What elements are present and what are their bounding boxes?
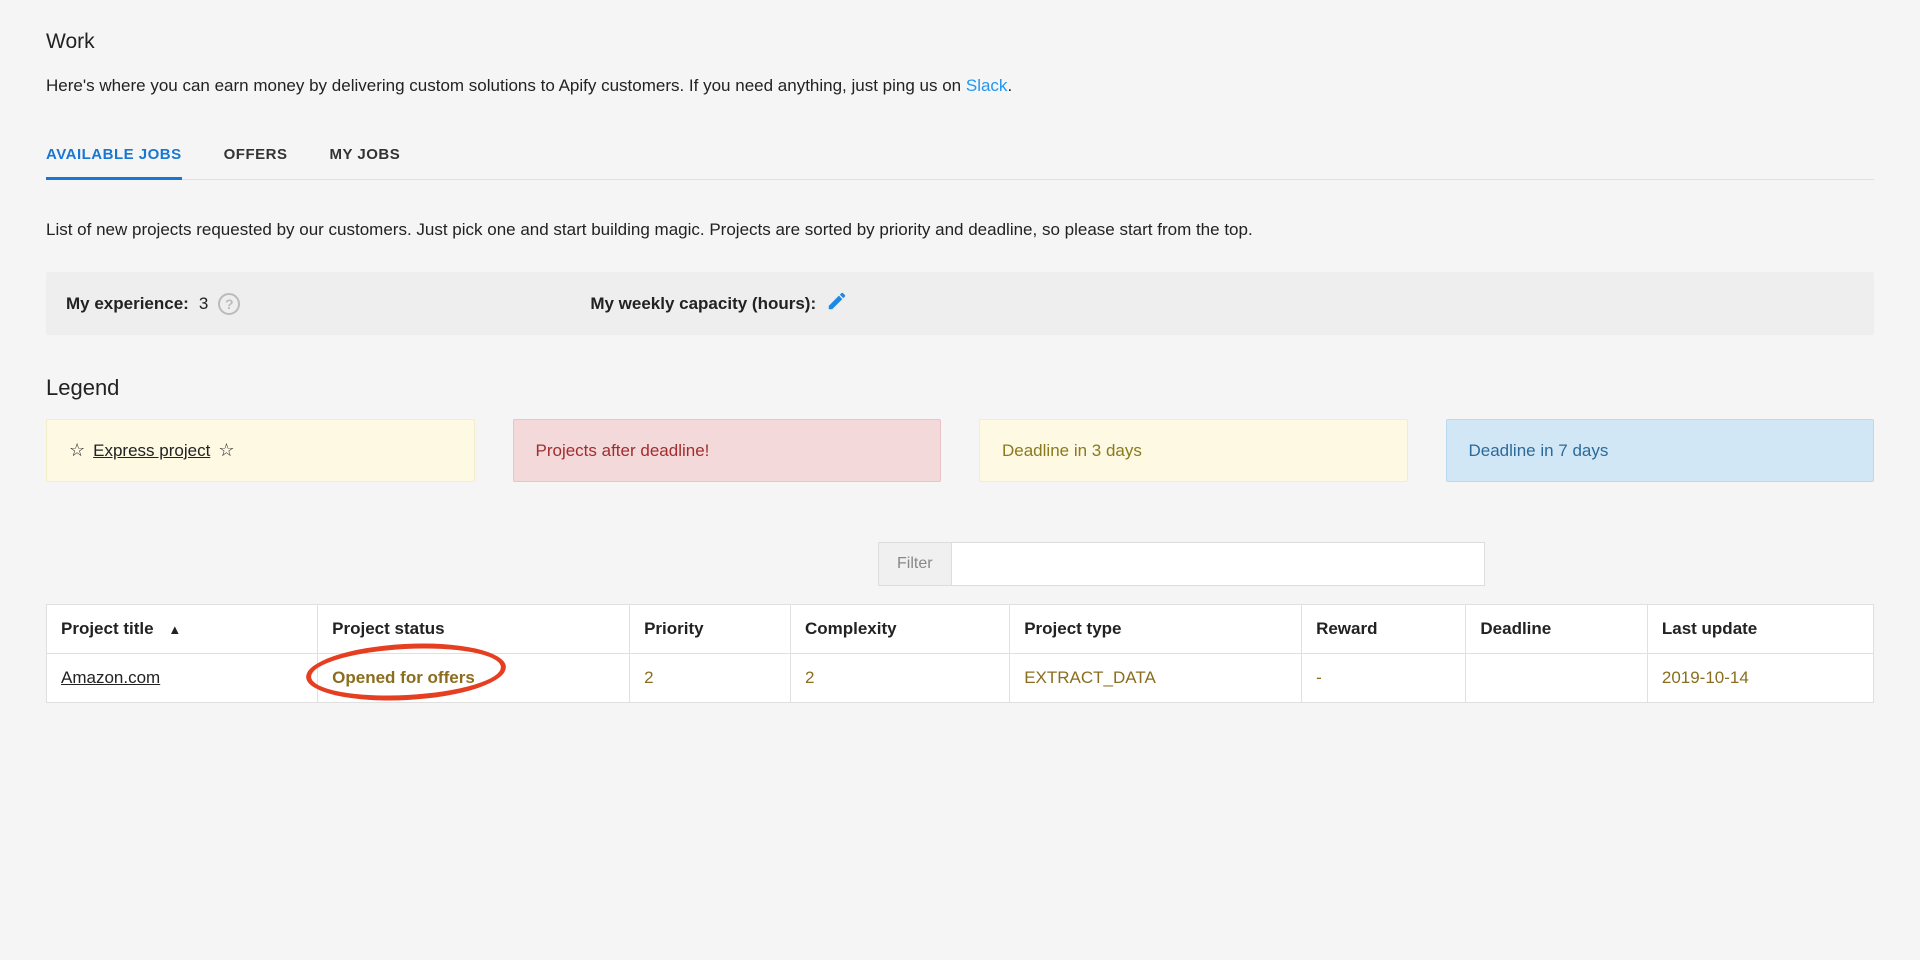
projects-table: Project title ▲ Project status Priority … <box>46 604 1874 703</box>
col-project-type[interactable]: Project type <box>1010 605 1302 654</box>
table-header-row: Project title ▲ Project status Priority … <box>47 605 1874 654</box>
tab-description: List of new projects requested by our cu… <box>46 220 1874 240</box>
deadline-value <box>1466 654 1647 703</box>
legend-express: ☆ Express project ☆ <box>46 419 475 482</box>
project-type-value: EXTRACT_DATA <box>1010 654 1302 703</box>
legend-deadline-7: Deadline in 7 days <box>1446 419 1875 482</box>
filter-row: Filter <box>878 542 1874 586</box>
legend-express-label: Express project <box>93 441 210 461</box>
slack-link[interactable]: Slack <box>966 76 1008 95</box>
priority-value: 2 <box>630 654 791 703</box>
page-title: Work <box>46 30 1874 54</box>
capacity-meta: My weekly capacity (hours): <box>590 290 848 317</box>
experience-label: My experience: <box>66 294 189 314</box>
col-project-title[interactable]: Project title ▲ <box>47 605 318 654</box>
pencil-icon[interactable] <box>826 290 848 317</box>
tabs: AVAILABLE JOBS OFFERS MY JOBS <box>46 146 1874 180</box>
col-priority[interactable]: Priority <box>630 605 791 654</box>
capacity-label: My weekly capacity (hours): <box>590 294 816 314</box>
last-update-value: 2019-10-14 <box>1647 654 1873 703</box>
col-project-title-label: Project title <box>61 619 154 638</box>
star-icon: ☆ <box>69 440 85 461</box>
tab-available-jobs[interactable]: AVAILABLE JOBS <box>46 146 182 180</box>
legend-grid: ☆ Express project ☆ Projects after deadl… <box>46 419 1874 482</box>
project-title-link[interactable]: Amazon.com <box>61 668 160 687</box>
meta-bar: My experience: 3 ? My weekly capacity (h… <box>46 272 1874 335</box>
col-complexity[interactable]: Complexity <box>790 605 1009 654</box>
legend-title: Legend <box>46 375 1874 401</box>
experience-value: 3 <box>199 294 208 314</box>
complexity-value: 2 <box>790 654 1009 703</box>
filter-input[interactable] <box>952 542 1485 586</box>
project-status-value: Opened for offers <box>332 668 475 687</box>
filter-label: Filter <box>878 542 952 586</box>
star-icon: ☆ <box>218 440 234 461</box>
tab-offers[interactable]: OFFERS <box>224 146 288 180</box>
legend-after-deadline: Projects after deadline! <box>513 419 942 482</box>
intro-suffix: . <box>1007 76 1012 95</box>
sort-arrow-icon: ▲ <box>168 622 181 637</box>
intro-text: Here's where you can earn money by deliv… <box>46 76 966 95</box>
col-project-status[interactable]: Project status <box>318 605 630 654</box>
table-row: Amazon.com Opened for offers 2 2 EXTRACT… <box>47 654 1874 703</box>
col-last-update[interactable]: Last update <box>1647 605 1873 654</box>
col-reward[interactable]: Reward <box>1302 605 1466 654</box>
reward-value: - <box>1302 654 1466 703</box>
experience-meta: My experience: 3 ? <box>66 293 240 315</box>
page-intro: Here's where you can earn money by deliv… <box>46 76 1874 96</box>
tab-my-jobs[interactable]: MY JOBS <box>329 146 400 180</box>
legend-deadline-3: Deadline in 3 days <box>979 419 1408 482</box>
help-icon[interactable]: ? <box>218 293 240 315</box>
col-deadline[interactable]: Deadline <box>1466 605 1647 654</box>
